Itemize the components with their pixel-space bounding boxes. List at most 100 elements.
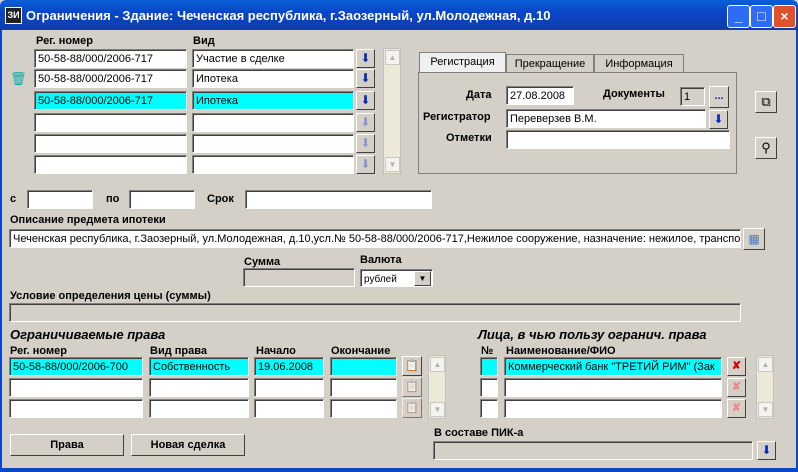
- rights-reg-field[interactable]: 50-58-88/000/2006-700: [9, 357, 143, 376]
- date-field[interactable]: 27.08.2008: [506, 86, 574, 105]
- pik-field[interactable]: [433, 441, 753, 460]
- date-label: Дата: [466, 89, 492, 101]
- notes-field[interactable]: [506, 130, 730, 149]
- person-icon[interactable]: ✘: [727, 399, 746, 418]
- from-field[interactable]: [27, 190, 93, 209]
- registrar-dropdown-button[interactable]: ⬇: [709, 110, 728, 129]
- trash-icon[interactable]: 🗑: [10, 71, 27, 87]
- documents-label: Документы: [603, 88, 665, 100]
- persons-name-header: Наименование/ФИО: [506, 345, 616, 357]
- vid-dropdown-button[interactable]: ⬇: [356, 49, 375, 68]
- rights-start-field[interactable]: 19.06.2008: [254, 357, 324, 376]
- scroll-down-icon[interactable]: ▼: [430, 402, 445, 417]
- beneficiaries-heading: Лица, в чью пользу огранич. права: [478, 327, 707, 342]
- rights-start-field[interactable]: [254, 399, 324, 418]
- from-label: с: [10, 193, 17, 205]
- calculator-icon[interactable]: ▦: [743, 228, 765, 250]
- reg-number-field[interactable]: [34, 155, 187, 174]
- person-name-field[interactable]: [504, 399, 722, 418]
- scroll-down-icon[interactable]: ▼: [758, 402, 773, 417]
- person-num-field[interactable]: [480, 378, 498, 397]
- top-list-scrollbar[interactable]: ▲ ▼: [383, 48, 401, 174]
- person-num-field[interactable]: [480, 399, 498, 418]
- reg-number-field[interactable]: 50-58-88/000/2006-717: [34, 69, 187, 88]
- price-condition-field[interactable]: [9, 303, 741, 322]
- person-icon[interactable]: ✘: [727, 378, 746, 397]
- rights-scrollbar[interactable]: ▲ ▼: [428, 355, 446, 419]
- rights-start-header: Начало: [256, 345, 296, 357]
- tab-termination[interactable]: Прекращение: [506, 54, 594, 74]
- scroll-up-icon[interactable]: ▲: [758, 357, 773, 372]
- vid-field[interactable]: Ипотека: [192, 69, 354, 88]
- tab-registration[interactable]: Регистрация: [419, 52, 506, 74]
- vid-field[interactable]: [192, 113, 354, 132]
- to-field[interactable]: [129, 190, 195, 209]
- rights-type-field[interactable]: [149, 378, 249, 397]
- restricted-rights-heading: Ограничиваемые права: [10, 327, 166, 342]
- reg-number-field-selected[interactable]: 50-58-88/000/2006-717: [34, 91, 187, 110]
- registrar-label: Регистратор: [423, 111, 491, 123]
- currency-label: Валюта: [360, 254, 402, 266]
- reg-number-field[interactable]: 50-58-88/000/2006-717: [34, 49, 187, 68]
- rights-start-field[interactable]: [254, 378, 324, 397]
- vid-dropdown-button[interactable]: ⬇: [356, 113, 375, 132]
- sum-label: Сумма: [244, 256, 281, 268]
- notes-label: Отметки: [446, 132, 492, 144]
- new-deal-button[interactable]: Новая сделка: [131, 434, 245, 456]
- rights-type-header: Вид права: [150, 345, 207, 357]
- vid-dropdown-button[interactable]: ⬇: [356, 155, 375, 174]
- rights-reg-field[interactable]: [9, 399, 143, 418]
- vid-field-selected[interactable]: Ипотека: [192, 91, 354, 110]
- to-label: по: [106, 193, 120, 205]
- rights-button[interactable]: Права: [10, 434, 124, 456]
- clipboard-icon[interactable]: 📋: [402, 398, 422, 418]
- person-name-field[interactable]: [504, 378, 722, 397]
- clipboard-icon[interactable]: 📋: [402, 377, 422, 397]
- persons-num-header: №: [481, 345, 494, 357]
- documents-button[interactable]: ...: [709, 86, 729, 108]
- vid-field[interactable]: Участие в сделке: [192, 49, 354, 68]
- rights-type-field[interactable]: Собственность: [149, 357, 249, 376]
- registrar-field[interactable]: Переверзев В.М.: [506, 109, 706, 128]
- person-name-field[interactable]: Коммерческий банк "ТРЕТИЙ РИМ" (Зак: [504, 357, 722, 376]
- mortgage-description-label: Описание предмета ипотеки: [10, 214, 166, 226]
- reg-number-field[interactable]: [34, 134, 187, 153]
- scroll-down-icon[interactable]: ▼: [385, 157, 400, 172]
- scroll-up-icon[interactable]: ▲: [430, 357, 445, 372]
- mortgage-description-field[interactable]: Чеченская республика, г.Заозерный, ул.Мо…: [9, 229, 741, 248]
- tab-information[interactable]: Информация: [594, 54, 684, 74]
- rights-end-field[interactable]: [330, 378, 397, 397]
- rights-end-field[interactable]: [330, 399, 397, 418]
- reg-number-field[interactable]: [34, 113, 187, 132]
- vid-header: Вид: [193, 35, 215, 47]
- persons-scrollbar[interactable]: ▲ ▼: [756, 355, 774, 419]
- close-button[interactable]: ×: [773, 5, 796, 28]
- copy-icon[interactable]: ⧉: [755, 91, 777, 113]
- rights-reg-field[interactable]: [9, 378, 143, 397]
- sum-field[interactable]: [243, 268, 355, 287]
- vid-dropdown-button[interactable]: ⬇: [356, 69, 375, 88]
- vid-field[interactable]: [192, 155, 354, 174]
- term-field[interactable]: [245, 190, 432, 209]
- chevron-down-icon[interactable]: ▼: [414, 271, 431, 286]
- maximize-button[interactable]: □: [750, 5, 773, 28]
- minimize-button[interactable]: _: [727, 5, 750, 28]
- pik-dropdown-button[interactable]: ⬇: [757, 441, 776, 460]
- rights-type-field[interactable]: [149, 399, 249, 418]
- price-condition-label: Условие определения цены (суммы): [10, 290, 211, 302]
- vid-field[interactable]: [192, 134, 354, 153]
- scroll-up-icon[interactable]: ▲: [385, 50, 400, 65]
- vid-dropdown-button[interactable]: ⬇: [356, 134, 375, 153]
- currency-value: рублей: [364, 274, 397, 285]
- clipboard-icon[interactable]: 📋: [402, 356, 422, 376]
- term-label: Срок: [207, 193, 234, 205]
- pik-label: В составе ПИК-а: [434, 427, 524, 439]
- person-icon[interactable]: ✘: [727, 357, 746, 376]
- documents-count: 1: [680, 87, 705, 106]
- search-icon[interactable]: ⚲: [755, 137, 777, 159]
- person-num-field[interactable]: [480, 357, 498, 376]
- rights-end-field[interactable]: [330, 357, 397, 376]
- reg-number-header: Рег. номер: [36, 35, 93, 47]
- app-icon: ЗИ: [5, 7, 22, 24]
- vid-dropdown-button[interactable]: ⬇: [356, 91, 375, 110]
